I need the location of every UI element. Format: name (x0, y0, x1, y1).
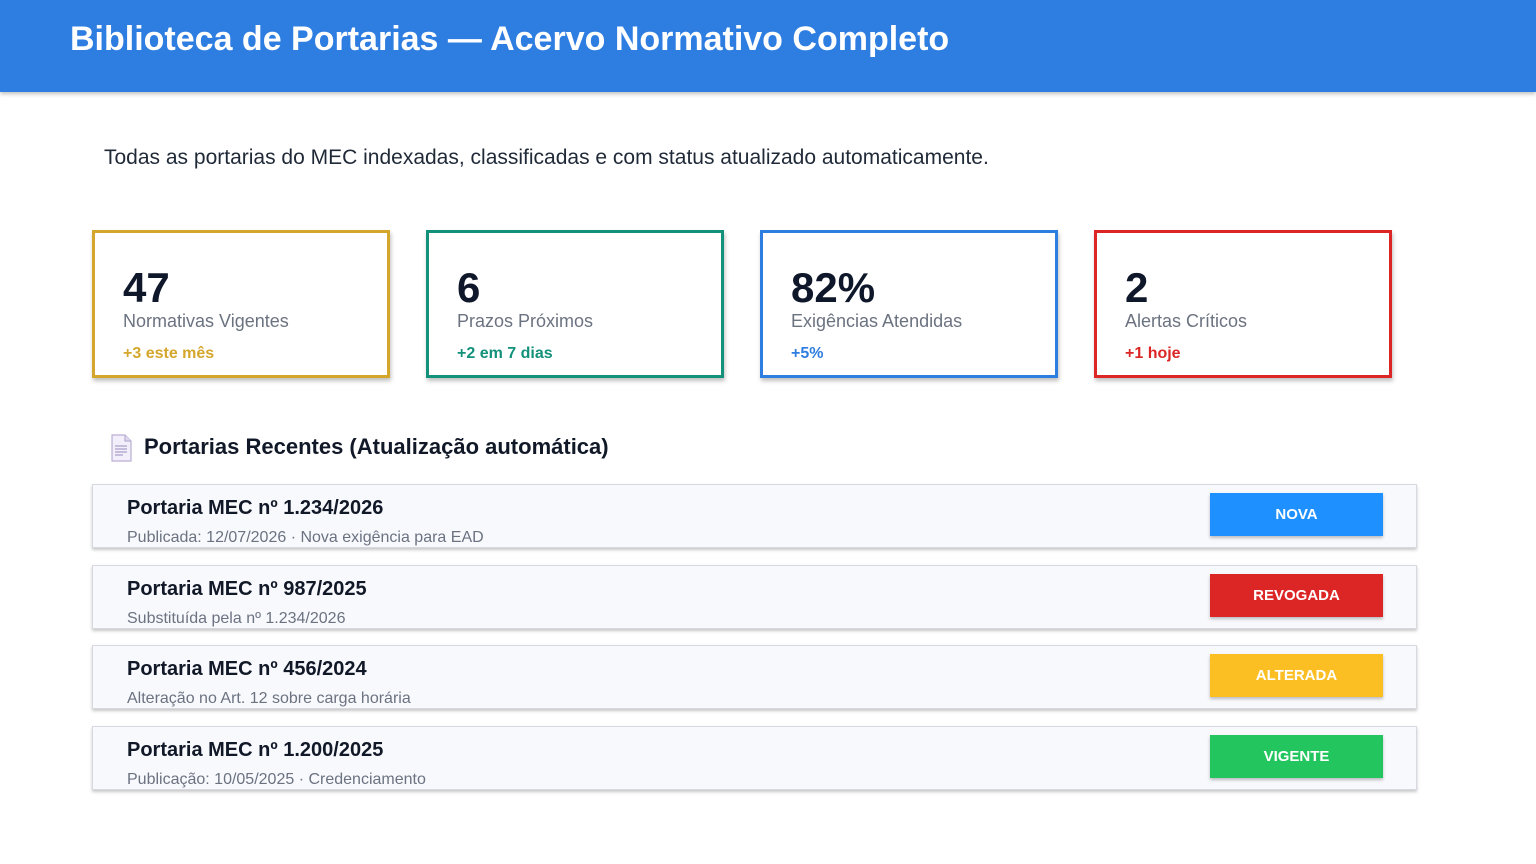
document-icon (111, 434, 132, 462)
stat-delta: +2 em 7 dias (457, 345, 553, 362)
stat-label: Exigências Atendidas (791, 311, 963, 331)
portaria-title: Portaria MEC nº 456/2024 (127, 658, 367, 680)
page-subtitle: Todas as portarias do MEC indexadas, cla… (104, 146, 989, 169)
stat-value: 47 (123, 264, 170, 311)
page-header: Biblioteca de Portarias — Acervo Normati… (0, 0, 1536, 92)
status-badge[interactable]: REVOGADA (1210, 574, 1383, 617)
portaria-title: Portaria MEC nº 1.200/2025 (127, 739, 384, 761)
status-badge[interactable]: ALTERADA (1210, 654, 1383, 697)
portaria-title: Portaria MEC nº 987/2025 (127, 578, 367, 600)
portaria-row[interactable]: Portaria MEC nº 456/2024 Alteração no Ar… (92, 645, 1417, 709)
status-badge[interactable]: VIGENTE (1210, 735, 1383, 778)
stat-label: Alertas Críticos (1125, 311, 1248, 331)
stat-value: 6 (457, 264, 481, 311)
portaria-description: Alteração no Art. 12 sobre carga horária (127, 690, 411, 707)
status-badge[interactable]: NOVA (1210, 493, 1383, 536)
stat-card-exigencias-atendidas: 82% Exigências Atendidas +5% (760, 230, 1058, 378)
portaria-description: Publicada: 12/07/2026 · Nova exigência p… (127, 529, 484, 546)
portaria-row[interactable]: Portaria MEC nº 1.234/2026 Publicada: 12… (92, 484, 1417, 548)
stat-delta: +1 hoje (1125, 345, 1181, 362)
portaria-description: Publicação: 10/05/2025 · Credenciamento (127, 771, 426, 788)
stat-card-normativas-vigentes: 47 Normativas Vigentes +3 este mês (92, 230, 390, 378)
stat-value: 82% (791, 264, 876, 311)
portaria-title: Portaria MEC nº 1.234/2026 (127, 497, 384, 519)
stat-label: Prazos Próximos (457, 311, 594, 331)
stat-delta: +5% (791, 345, 824, 362)
stat-delta: +3 este mês (123, 345, 215, 362)
stat-label: Normativas Vigentes (123, 311, 289, 331)
stat-card-alertas-criticos: 2 Alertas Críticos +1 hoje (1094, 230, 1392, 378)
portaria-description: Substituída pela nº 1.234/2026 (127, 610, 346, 627)
section-title: Portarias Recentes (Atualização automáti… (144, 434, 609, 459)
portaria-row[interactable]: Portaria MEC nº 1.200/2025 Publicação: 1… (92, 726, 1417, 790)
stat-value: 2 (1125, 264, 1149, 311)
portaria-row[interactable]: Portaria MEC nº 987/2025 Substituída pel… (92, 565, 1417, 629)
stat-card-prazos-proximos: 6 Prazos Próximos +2 em 7 dias (426, 230, 724, 378)
page-title: Biblioteca de Portarias — Acervo Normati… (70, 20, 950, 58)
